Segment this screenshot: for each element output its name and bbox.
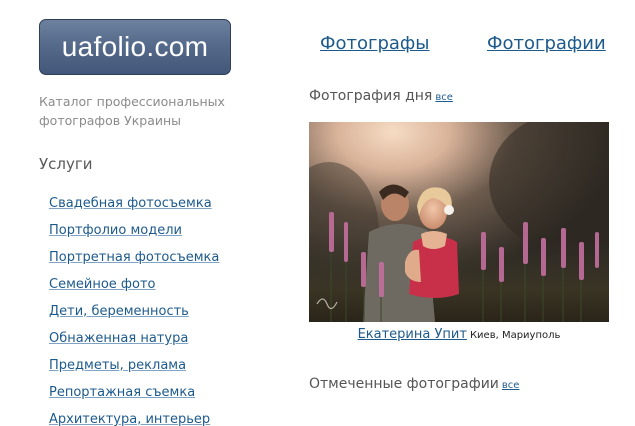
featured-photos-all-link[interactable]: все xyxy=(502,380,520,391)
service-link-children[interactable]: Дети, беременность xyxy=(49,303,219,330)
service-link-architecture[interactable]: Архитектура, интерьер xyxy=(49,411,219,426)
services-list: Свадебная фотосъемка Портфолио модели По… xyxy=(49,195,219,426)
photo-of-day-title: Фотография дня xyxy=(309,88,433,104)
featured-photos-title: Отмеченные фотографии xyxy=(309,376,499,392)
service-link-model-portfolio[interactable]: Портфолио модели xyxy=(49,222,219,249)
nav-link-photographers[interactable]: Фотографы xyxy=(320,33,430,54)
service-link-family[interactable]: Семейное фото xyxy=(49,276,219,303)
photo-of-day-image[interactable] xyxy=(309,122,609,322)
site-tagline: Каталог профессиональных фотографов Укра… xyxy=(39,94,225,128)
service-link-portrait[interactable]: Портретная фотосъемка xyxy=(49,249,219,276)
page: uafolio.com Каталог профессиональных фот… xyxy=(0,0,635,426)
photo-author-link[interactable]: Екатерина Упит xyxy=(358,327,467,342)
photo-of-day-all-link[interactable]: все xyxy=(435,92,453,103)
service-link-reportage[interactable]: Репортажная съемка xyxy=(49,384,219,411)
service-link-products[interactable]: Предметы, реклама xyxy=(49,357,219,384)
featured-photos-heading: Отмеченные фотографии все xyxy=(309,376,519,392)
service-link-nude[interactable]: Обнаженная натура xyxy=(49,330,219,357)
service-link-wedding[interactable]: Свадебная фотосъемка xyxy=(49,195,219,222)
services-heading: Услуги xyxy=(39,155,93,173)
photo-of-day-caption: Екатерина Упит Киев, Мариуполь xyxy=(309,323,609,342)
photo-author-location: Киев, Мариуполь xyxy=(469,330,561,341)
site-logo[interactable]: uafolio.com xyxy=(39,19,231,75)
photo-of-day-heading: Фотография дня все xyxy=(309,88,453,104)
nav-link-photos[interactable]: Фотографии xyxy=(487,33,606,54)
